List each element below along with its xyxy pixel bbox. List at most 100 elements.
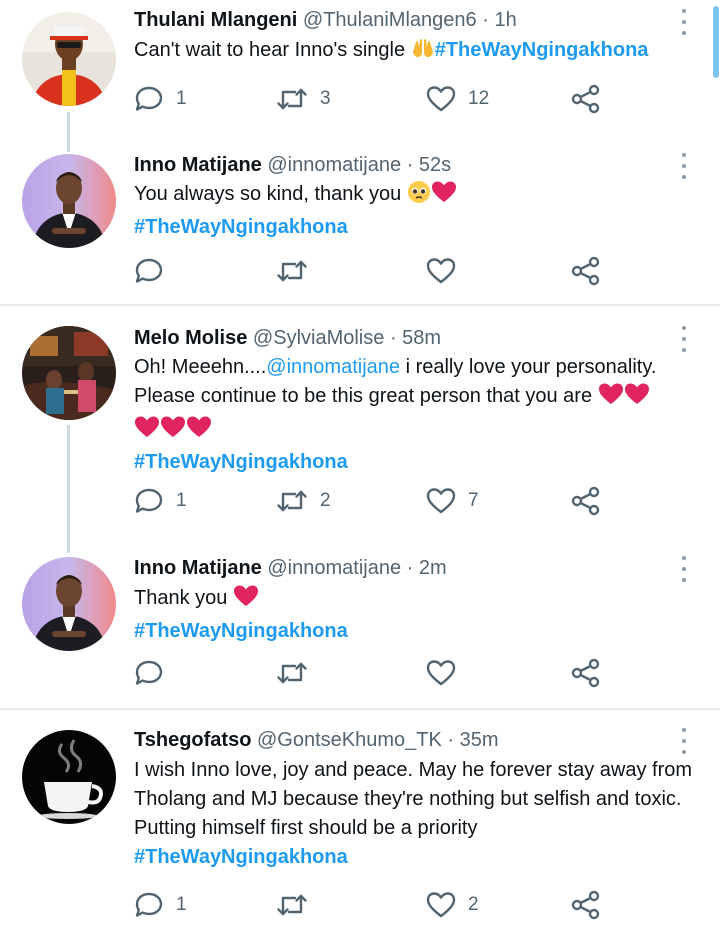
tweet-actions bbox=[134, 256, 614, 286]
like-count: 2 bbox=[468, 894, 479, 915]
timeline-feed[interactable]: Thulani Mlangeni @ThulaniMlangen6 · 1h C… bbox=[0, 0, 720, 940]
avatar[interactable] bbox=[22, 557, 116, 651]
separator-dot: · bbox=[389, 327, 397, 349]
tweet-text-part: You always so kind, thank you bbox=[134, 183, 407, 205]
retweet-button[interactable] bbox=[276, 256, 320, 286]
author-handle[interactable]: @SylviaMolise bbox=[253, 327, 384, 349]
avatar[interactable] bbox=[22, 730, 116, 824]
tweet-header: Inno Matijane @innomatijane · 2m bbox=[134, 554, 447, 582]
tweet-actions: 1 2 7 bbox=[134, 486, 614, 516]
retweet-button[interactable] bbox=[276, 658, 320, 688]
hashtag-link[interactable]: #TheWayNgingakhona bbox=[134, 620, 348, 642]
like-button[interactable]: 12 bbox=[426, 84, 489, 114]
avatar[interactable] bbox=[22, 326, 116, 420]
reply-button[interactable] bbox=[134, 658, 176, 688]
tweet-text: Oh! Meeehn....@innomatijane i really lov… bbox=[134, 353, 704, 477]
tweet[interactable]: Tshegofatso @GontseKhumo_TK · 35m I wish… bbox=[0, 710, 720, 940]
author-handle[interactable]: @innomatijane bbox=[267, 154, 401, 176]
more-icon[interactable] bbox=[678, 326, 690, 352]
tweet-text: You always so kind, thank you #TheWayNgi… bbox=[134, 180, 704, 242]
person-suit-avatar-icon bbox=[22, 557, 116, 651]
retweet-icon bbox=[277, 662, 307, 684]
retweet-button[interactable]: 2 bbox=[276, 486, 331, 516]
tweet-text: I wish Inno love, joy and peace. May he … bbox=[134, 756, 704, 872]
more-icon[interactable] bbox=[678, 153, 690, 179]
reply-button[interactable]: 1 bbox=[134, 890, 187, 920]
separator-dot: · bbox=[406, 557, 414, 579]
hashtag-link[interactable]: #TheWayNgingakhona bbox=[134, 216, 348, 238]
red-heart-emoji-icon bbox=[186, 415, 212, 448]
author-handle[interactable]: @ThulaniMlangen6 bbox=[303, 9, 477, 31]
raised-hands-emoji-icon bbox=[411, 38, 435, 69]
tweet-text-part: Oh! Meeehn.... bbox=[134, 356, 267, 378]
heart-icon bbox=[426, 258, 456, 284]
tweet-time[interactable]: 1h bbox=[494, 9, 516, 31]
share-button[interactable] bbox=[570, 84, 602, 114]
tweet-text-part: Can't wait to hear Inno's single bbox=[134, 39, 411, 61]
tweet-text-part: Thank you bbox=[134, 587, 233, 609]
hashtag-link[interactable]: #TheWayNgingakhona bbox=[435, 39, 649, 61]
like-button[interactable] bbox=[426, 658, 468, 688]
share-button[interactable] bbox=[570, 658, 602, 688]
tweet-time[interactable]: 35m bbox=[460, 729, 499, 751]
heart-icon bbox=[426, 488, 456, 514]
tweet-time[interactable]: 52s bbox=[419, 154, 451, 176]
tweet-actions: 1 2 bbox=[134, 890, 614, 920]
retweet-count: 3 bbox=[320, 88, 331, 109]
tweet-time[interactable]: 58m bbox=[402, 327, 441, 349]
reply-icon bbox=[135, 258, 163, 283]
author-name[interactable]: Inno Matijane bbox=[134, 154, 262, 176]
tweet[interactable]: Melo Molise @SylviaMolise · 58m Oh! Meee… bbox=[0, 306, 720, 544]
avatar[interactable] bbox=[22, 154, 116, 248]
author-name[interactable]: Inno Matijane bbox=[134, 557, 262, 579]
tweet[interactable]: Inno Matijane @innomatijane · 52s You al… bbox=[0, 150, 720, 304]
reply-icon bbox=[135, 892, 163, 917]
retweet-icon bbox=[277, 88, 307, 110]
retweet-count: 2 bbox=[320, 490, 331, 511]
reply-icon bbox=[135, 488, 163, 513]
author-name[interactable]: Tshegofatso bbox=[134, 729, 251, 751]
more-icon[interactable] bbox=[678, 556, 690, 582]
avatar[interactable] bbox=[22, 12, 116, 106]
reply-button[interactable] bbox=[134, 256, 176, 286]
like-button[interactable]: 7 bbox=[426, 486, 479, 516]
author-handle[interactable]: @GontseKhumo_TK bbox=[257, 729, 442, 751]
retweet-button[interactable] bbox=[276, 890, 320, 920]
like-button[interactable] bbox=[426, 256, 468, 286]
heart-icon bbox=[426, 660, 456, 686]
share-button[interactable] bbox=[570, 256, 602, 286]
red-heart-emoji-icon bbox=[598, 382, 624, 415]
tweet-time[interactable]: 2m bbox=[419, 557, 447, 579]
share-button[interactable] bbox=[570, 486, 602, 516]
author-handle[interactable]: @innomatijane bbox=[267, 557, 401, 579]
more-icon[interactable] bbox=[678, 9, 690, 35]
share-button[interactable] bbox=[570, 890, 602, 920]
tweet-actions bbox=[134, 658, 614, 688]
person-red-jacket-avatar-icon bbox=[22, 12, 116, 106]
tweet-actions: 1 3 12 bbox=[134, 84, 614, 114]
more-icon[interactable] bbox=[678, 728, 690, 754]
retweet-icon bbox=[277, 894, 307, 916]
author-name[interactable]: Melo Molise bbox=[134, 327, 247, 349]
tweet[interactable]: Thulani Mlangeni @ThulaniMlangen6 · 1h C… bbox=[0, 0, 720, 150]
tweet[interactable]: Inno Matijane @innomatijane · 2m Thank y… bbox=[0, 554, 720, 708]
hashtag-link[interactable]: #TheWayNgingakhona bbox=[134, 846, 348, 868]
reply-count: 1 bbox=[176, 894, 187, 915]
scrollbar[interactable] bbox=[713, 6, 719, 78]
heart-icon bbox=[426, 892, 456, 918]
reply-button[interactable]: 1 bbox=[134, 486, 187, 516]
like-button[interactable]: 2 bbox=[426, 890, 479, 920]
separator-dot: · bbox=[447, 729, 455, 751]
author-name[interactable]: Thulani Mlangeni bbox=[134, 9, 297, 31]
tweet-text: Can't wait to hear Inno's single #TheWay… bbox=[134, 36, 704, 69]
coffee-cup-avatar-icon bbox=[22, 730, 116, 824]
retweet-button[interactable]: 3 bbox=[276, 84, 331, 114]
reply-icon bbox=[135, 86, 163, 111]
red-heart-emoji-icon bbox=[233, 584, 259, 617]
tweet-header: Tshegofatso @GontseKhumo_TK · 35m bbox=[134, 726, 499, 754]
mention-link[interactable]: @innomatijane bbox=[266, 356, 400, 378]
reply-icon bbox=[135, 660, 163, 685]
reply-button[interactable]: 1 bbox=[134, 84, 187, 114]
hashtag-link[interactable]: #TheWayNgingakhona bbox=[134, 451, 348, 473]
tweet-text: Thank you #TheWayNgingakhona bbox=[134, 584, 704, 646]
